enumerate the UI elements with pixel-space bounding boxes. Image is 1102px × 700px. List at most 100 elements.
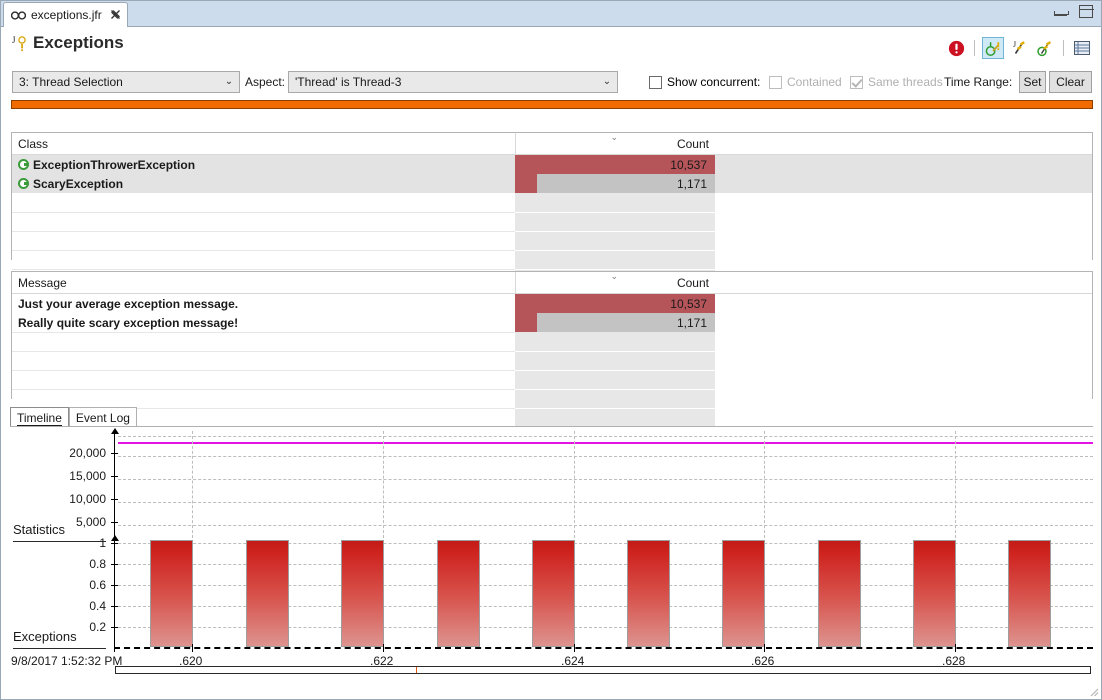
lane-label-statistics: Statistics xyxy=(13,522,66,537)
bar[interactable] xyxy=(341,540,384,647)
table-row-empty[interactable] xyxy=(12,193,1092,212)
bar[interactable] xyxy=(722,540,765,647)
clear-button[interactable]: Clear xyxy=(1049,71,1092,93)
svg-text:J: J xyxy=(12,35,16,45)
exception-caught-icon[interactable] xyxy=(1034,37,1056,59)
tab-event-log-label: Event Log xyxy=(75,411,130,425)
gridline xyxy=(118,456,1093,457)
class-table-body: ExceptionThrowerException 10,537 ScaryEx… xyxy=(12,155,1092,288)
contained-checkbox: Contained xyxy=(769,75,842,89)
table-row-empty[interactable] xyxy=(12,389,1092,408)
bar[interactable] xyxy=(532,540,575,647)
threshold-line xyxy=(118,442,1093,444)
y-tick xyxy=(111,522,118,523)
toolbar-separator-2 xyxy=(1063,40,1064,56)
y-tick xyxy=(111,585,118,586)
gridline xyxy=(118,436,1093,437)
x-tick xyxy=(764,644,765,652)
column-header-count-label: Count xyxy=(676,276,709,290)
tab-exceptions-jfr[interactable]: exceptions.jfr xyxy=(3,2,128,27)
exceptions-y-axis xyxy=(114,541,115,647)
column-header-class[interactable]: Class xyxy=(12,133,515,155)
table-row-empty[interactable] xyxy=(12,250,1092,269)
error-icon[interactable] xyxy=(945,37,967,59)
page-title: Exceptions xyxy=(33,33,124,52)
selection-range-bar[interactable] xyxy=(11,100,1093,109)
contained-label: Contained xyxy=(787,75,842,89)
timeline-chart[interactable]: 20,000 15,000 10,000 5,000 Statistics 1 … xyxy=(1,426,1101,676)
bar[interactable] xyxy=(437,540,480,647)
tab-event-log[interactable]: Event Log xyxy=(68,407,137,427)
table-row-empty[interactable] xyxy=(12,370,1092,389)
message-text: Really quite scary exception message! xyxy=(18,315,239,330)
y-tick-label: 10,000 xyxy=(69,492,106,506)
message-table-header: Message ⌄ Count xyxy=(12,272,1092,294)
aspect-dropdown[interactable]: 'Thread' is Thread-3 ⌄ xyxy=(288,71,618,93)
close-icon[interactable] xyxy=(110,9,121,22)
table-row[interactable]: ScaryException 1,171 xyxy=(12,174,1092,193)
bar[interactable] xyxy=(913,540,956,647)
table-row-empty[interactable] xyxy=(12,351,1092,370)
chart-top-border xyxy=(10,426,1093,427)
thread-selection-dropdown[interactable]: 3: Thread Selection ⌄ xyxy=(12,71,240,93)
count-bar xyxy=(515,313,538,332)
table-view-icon[interactable] xyxy=(1071,37,1093,59)
checkbox-box xyxy=(649,75,662,89)
gridline xyxy=(118,479,1093,480)
table-row[interactable]: Just your average exception message. 10,… xyxy=(12,294,1092,313)
gridline xyxy=(118,502,1093,503)
bar[interactable] xyxy=(818,540,861,647)
table-row-empty[interactable] xyxy=(12,408,1092,427)
x-tick xyxy=(955,644,956,652)
exception-with-warning-icon[interactable] xyxy=(982,37,1004,59)
class-name: ExceptionThrowerException xyxy=(33,157,196,172)
class-icon xyxy=(18,159,29,170)
window-controls xyxy=(1054,5,1094,18)
thread-selection-value: 3: Thread Selection xyxy=(19,75,123,89)
message-count: 10,537 xyxy=(670,296,707,311)
tab-timeline-label: Timeline xyxy=(17,411,62,426)
time-range-label: Time Range: xyxy=(944,75,1013,89)
gridline xyxy=(118,525,1093,526)
view-toolbar: J xyxy=(945,37,1093,59)
y-tick-label: 0.6 xyxy=(89,578,106,592)
timeline-horizontal-scrollbar[interactable] xyxy=(115,666,1091,674)
same-threads-label: Same threads xyxy=(868,75,943,89)
class-table-header: Class ⌄ Count xyxy=(12,133,1092,155)
class-icon xyxy=(18,178,29,189)
x-tick xyxy=(192,644,193,652)
column-header-count[interactable]: ⌄ Count xyxy=(515,133,715,155)
x-axis xyxy=(114,647,1093,649)
bar[interactable] xyxy=(1008,540,1051,647)
show-concurrent-checkbox[interactable]: Show concurrent: xyxy=(649,75,760,89)
class-count: 10,537 xyxy=(670,157,707,172)
message-table-body: Just your average exception message. 10,… xyxy=(12,294,1092,427)
exception-thrown-icon[interactable]: J xyxy=(1008,37,1030,59)
scrollbar-marker xyxy=(416,667,417,673)
maximize-icon[interactable] xyxy=(1079,5,1094,18)
y-tick-label: 0.4 xyxy=(89,599,106,613)
tab-timeline[interactable]: Timeline xyxy=(10,407,69,427)
class-count: 1,171 xyxy=(676,176,707,191)
minimize-icon[interactable] xyxy=(1054,8,1069,16)
table-row[interactable]: ExceptionThrowerException 10,537 xyxy=(12,155,1092,174)
resize-grip[interactable] xyxy=(1087,685,1099,697)
bar[interactable] xyxy=(150,540,193,647)
message-count: 1,171 xyxy=(676,315,707,330)
column-header-count[interactable]: ⌄ Count xyxy=(515,272,715,294)
table-row-empty[interactable] xyxy=(12,212,1092,231)
y-tick-label: 20,000 xyxy=(69,446,106,460)
table-row-empty[interactable] xyxy=(12,332,1092,351)
x-tick xyxy=(114,641,115,652)
set-button[interactable]: Set xyxy=(1019,71,1046,93)
bar[interactable] xyxy=(246,540,289,647)
bar[interactable] xyxy=(627,540,670,647)
table-row-empty[interactable] xyxy=(12,231,1092,250)
y-tick xyxy=(111,476,118,477)
column-header-message[interactable]: Message xyxy=(12,272,515,294)
x-tick xyxy=(383,644,384,652)
page-header: J Exceptions xyxy=(1,28,1101,61)
message-text: Just your average exception message. xyxy=(18,296,239,311)
y-tick xyxy=(111,453,118,454)
table-row[interactable]: Really quite scary exception message! 1,… xyxy=(12,313,1092,332)
